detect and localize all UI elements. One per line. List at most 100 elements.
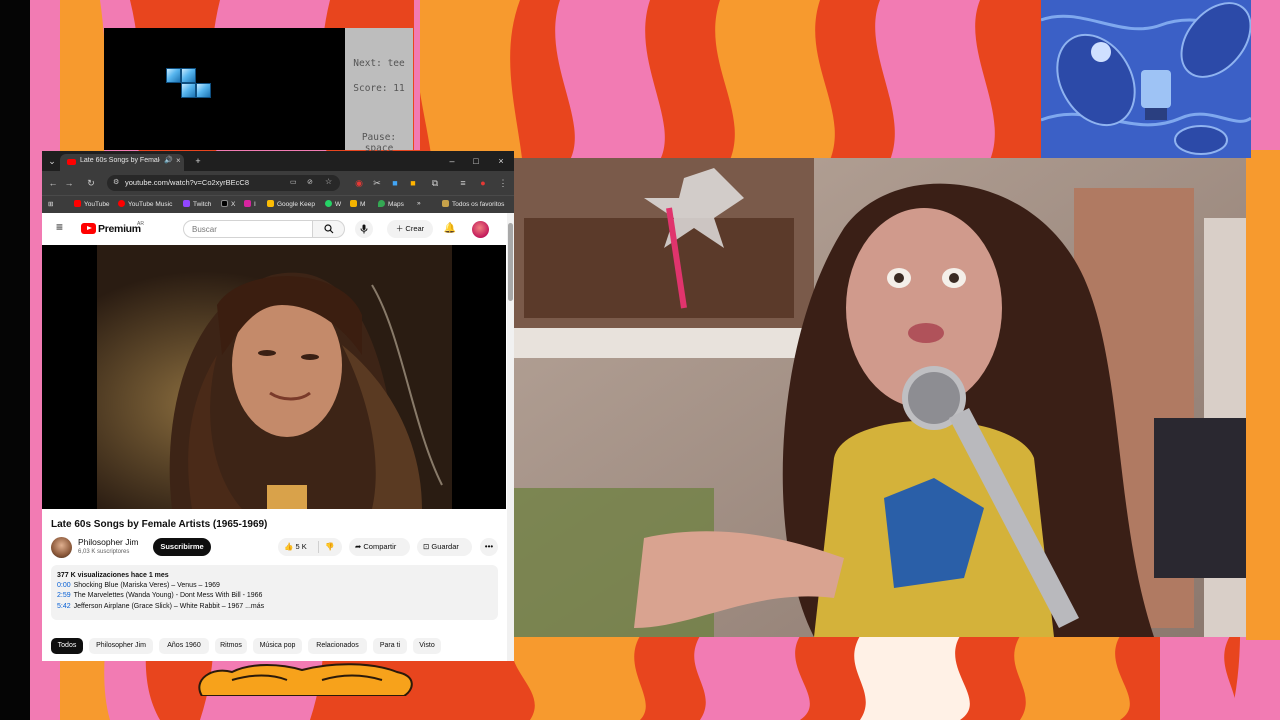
related-filter-chips: Todos Philosopher Jim Años 1960 Ritmos M…: [51, 638, 507, 654]
search-icon: [323, 224, 333, 234]
plus-icon: ＋: [395, 224, 406, 233]
save-label: Guardar: [431, 542, 459, 551]
page-scrollbar[interactable]: [507, 213, 514, 661]
create-label: Crear: [405, 224, 425, 233]
bookmark-label: YouTube Music: [128, 201, 173, 208]
account-avatar[interactable]: [472, 221, 489, 238]
bookmark-star-icon[interactable]: ☆: [325, 177, 332, 186]
bookmarks-overflow-icon[interactable]: »: [417, 200, 421, 207]
save-button[interactable]: ⊡ Guardar: [417, 538, 472, 556]
extensions-puzzle-icon[interactable]: ⧉: [428, 176, 442, 190]
chip-channel[interactable]: Philosopher Jim: [89, 638, 153, 654]
youtube-logo-icon[interactable]: [81, 223, 96, 234]
hide-icon[interactable]: ⊘: [307, 178, 313, 186]
media-control-icon[interactable]: ≡: [456, 176, 470, 190]
search-button[interactable]: [313, 220, 345, 238]
tetris-game[interactable]: Next: tee Score: 11 Pause: space: [104, 28, 413, 154]
bookmark-twitch[interactable]: Twitch: [183, 200, 211, 208]
thumbs-up-icon: 👍: [284, 542, 296, 551]
tab-close-icon[interactable]: ×: [176, 156, 181, 165]
tetris-side-panel: Next: tee Score: 11 Pause: space: [345, 28, 413, 154]
timestamp-link[interactable]: 2:59: [57, 592, 71, 599]
timestamp-link[interactable]: 0:00: [57, 582, 71, 589]
url-text[interactable]: youtube.com/watch?v=Co2xyrBEcC8: [125, 178, 249, 187]
bookmarks-bar: ⊞ YouTube YouTube Music Twitch X I Googl…: [42, 195, 514, 213]
tetris-block: [181, 68, 196, 83]
chip-para-ti[interactable]: Para ti: [373, 638, 407, 654]
video-title: Late 60s Songs by Female Artists (1965-1…: [51, 519, 268, 530]
share-button[interactable]: ➦ Compartir: [349, 538, 410, 556]
timestamp-link[interactable]: 5:42: [57, 603, 71, 610]
tab-search-icon[interactable]: ⌄: [45, 154, 59, 168]
close-window-icon[interactable]: ×: [494, 154, 508, 168]
tab-title: Late 60s Songs by Female A: [80, 157, 160, 164]
apps-grid-icon[interactable]: ⊞: [48, 200, 53, 208]
description-line: 0:00 Shocking Blue (Mariska Veres) – Venu…: [57, 582, 220, 589]
chip-musica-pop[interactable]: Música pop: [253, 638, 302, 654]
bookmark-maps[interactable]: Maps: [378, 200, 404, 208]
view-stats: 377 K visualizaciones hace 1 mes: [57, 572, 169, 579]
maximize-icon[interactable]: □: [469, 154, 483, 168]
new-tab-icon[interactable]: +: [191, 154, 205, 168]
video-player[interactable]: [42, 245, 506, 509]
tab-audio-icon[interactable]: 🔊: [164, 156, 173, 164]
tetris-block: [166, 68, 181, 83]
browser-window[interactable]: ⌄ Late 60s Songs by Female A 🔊 × + – □ ×…: [42, 151, 514, 661]
voice-search-button[interactable]: [355, 220, 373, 238]
bookmark-x[interactable]: X: [221, 200, 235, 208]
bookmark-label: Todos os favoritos: [452, 201, 505, 208]
bookmark-google-keep[interactable]: Google Keep: [267, 200, 315, 208]
back-icon[interactable]: ←: [46, 176, 60, 190]
bookmark-m[interactable]: M: [350, 200, 365, 208]
video-frame: [42, 245, 506, 509]
channel-name[interactable]: Philosopher Jim: [78, 537, 138, 547]
webcam-scene: [514, 158, 1246, 637]
description-text: Shocking Blue (Mariska Veres) – Venus – …: [73, 582, 220, 589]
bookmark-youtube[interactable]: YouTube: [74, 200, 110, 208]
chip-todos[interactable]: Todos: [51, 638, 83, 654]
dislike-button[interactable]: 👎: [318, 538, 342, 556]
reload-icon[interactable]: ↻: [84, 176, 98, 190]
subscribe-button[interactable]: Suscribirme: [153, 538, 211, 556]
site-info-icon[interactable]: ⚙: [113, 178, 119, 186]
bookmark-label: YouTube: [84, 201, 110, 208]
notifications-bell-icon[interactable]: 🔔: [442, 221, 458, 237]
all-bookmarks-folder[interactable]: Todos os favoritos: [442, 200, 504, 208]
extension-icon[interactable]: ■: [406, 176, 420, 190]
spongebob-illustration: [1041, 0, 1251, 158]
description-line: 2:59 The Marvelettes (Wanda Young) - Dont…: [57, 592, 262, 599]
video-description[interactable]: 377 K visualizaciones hace 1 mes 0:00 Sho…: [51, 565, 498, 620]
chip-ritmos[interactable]: Ritmos: [215, 638, 247, 654]
search-input[interactable]: Buscar: [183, 220, 313, 238]
bookmark-label: Maps: [388, 201, 404, 208]
more-actions-icon[interactable]: •••: [480, 538, 498, 556]
bookmark-label: W: [335, 201, 342, 208]
cast-icon[interactable]: ▭: [290, 178, 297, 186]
extension-icon[interactable]: ■: [388, 176, 402, 190]
chip-1960s[interactable]: Años 1960: [159, 638, 209, 654]
bookmark-youtube-music[interactable]: YouTube Music: [118, 200, 172, 208]
channel-avatar[interactable]: [51, 537, 72, 558]
tetris-score-label: Score: 11: [353, 83, 405, 94]
youtube-logo-text[interactable]: Premium: [98, 223, 141, 235]
chip-relacionados[interactable]: Relacionados: [308, 638, 367, 654]
browser-tab[interactable]: Late 60s Songs by Female A 🔊 ×: [60, 154, 184, 171]
extension-icon[interactable]: ◉: [352, 176, 366, 190]
address-bar[interactable]: ⚙ youtube.com/watch?v=Co2xyrBEcC8 ▭ ⊘ ☆: [107, 175, 340, 191]
thumbs-down-icon: 👎: [325, 542, 335, 551]
profile-icon[interactable]: ●: [476, 176, 490, 190]
create-button[interactable]: ＋ Crear: [387, 220, 433, 238]
minimize-icon[interactable]: –: [445, 154, 459, 168]
extension-icon[interactable]: ✂: [370, 176, 384, 190]
bookmark-label: I: [254, 201, 256, 208]
channel-subscriber-count: 6,03 K suscriptores: [78, 549, 130, 555]
tetris-playfield[interactable]: [104, 28, 345, 150]
forward-icon[interactable]: →: [62, 176, 76, 190]
bookmark-whatsapp[interactable]: W: [325, 200, 341, 208]
logo-country-code: AR: [137, 221, 144, 227]
bookmark-instagram[interactable]: I: [244, 200, 256, 208]
hamburger-menu-icon[interactable]: ≡: [56, 220, 63, 234]
chip-visto[interactable]: Visto: [413, 638, 441, 654]
browser-menu-icon[interactable]: ⋮: [496, 176, 510, 190]
scrollbar-thumb[interactable]: [508, 223, 513, 301]
